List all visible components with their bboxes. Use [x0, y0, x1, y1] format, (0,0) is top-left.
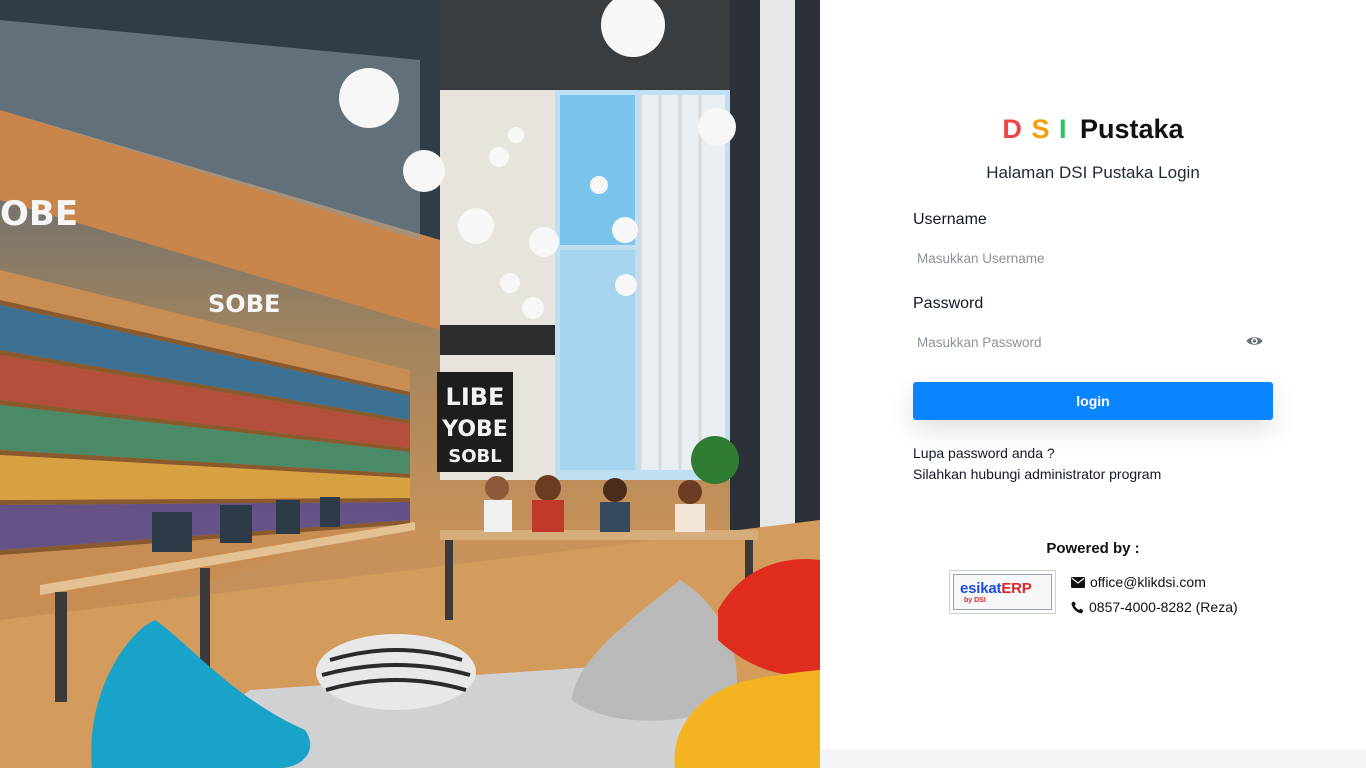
page-subtitle: Halaman DSI Pustaka Login: [986, 163, 1200, 182]
app-title: D S I Pustaka: [820, 114, 1366, 145]
password-label: Password: [913, 295, 984, 312]
esikaterp-logo: esikatERP by DSI: [949, 570, 1056, 614]
contact-admin-text: Silahkan hubungi administrator program: [913, 466, 1162, 482]
contact-phone-text: 0857-4000-8282 (Reza): [1089, 599, 1238, 615]
footer-strip: [820, 750, 1366, 768]
wall-text-2: SOBE: [208, 290, 280, 318]
eye-icon-graphic: [1246, 337, 1262, 345]
contact-email: office@klikdsi.com: [1071, 574, 1206, 590]
poster-line-3: SOBL: [448, 446, 501, 467]
logo-text-primary: esikat: [960, 580, 1002, 597]
contact-email-text: office@klikdsi.com: [1090, 574, 1206, 590]
library-illustration: LIBE YOBE SOBL OBE SOBE: [0, 0, 820, 768]
logo-frame: esikatERP by DSI: [953, 574, 1052, 610]
wall-text-1: OBE: [0, 194, 78, 234]
hero-illustration: LIBE YOBE SOBL OBE SOBE: [0, 0, 820, 768]
username-label: Username: [913, 211, 987, 228]
contact-phone: 0857-4000-8282 (Reza): [1071, 599, 1238, 615]
brand-name: Pustaka: [1080, 114, 1184, 144]
logo-wordmark: esikatERP: [960, 580, 1032, 597]
envelope-icon: [1071, 576, 1085, 588]
username-input[interactable]: [913, 240, 1273, 276]
poster-line-1: LIBE: [446, 383, 505, 411]
powered-by-label: Powered by :: [1046, 540, 1140, 557]
phone-icon: [1071, 600, 1084, 613]
logo-subtext: by DSI: [964, 597, 986, 604]
login-panel: D S I Pustaka Halaman DSI Pustaka Login …: [820, 0, 1366, 768]
forgot-password-text: Lupa password anda ?: [913, 445, 1055, 461]
brand-letter-s: S: [1031, 114, 1050, 144]
poster-line-2: YOBE: [441, 417, 508, 442]
logo-text-accent: ERP: [1001, 580, 1032, 597]
eye-icon[interactable]: [1244, 332, 1264, 350]
login-button[interactable]: login: [913, 382, 1273, 420]
brand-letter-d: D: [1002, 114, 1022, 144]
password-input[interactable]: [913, 324, 1233, 360]
brand-letter-i: I: [1058, 114, 1067, 144]
